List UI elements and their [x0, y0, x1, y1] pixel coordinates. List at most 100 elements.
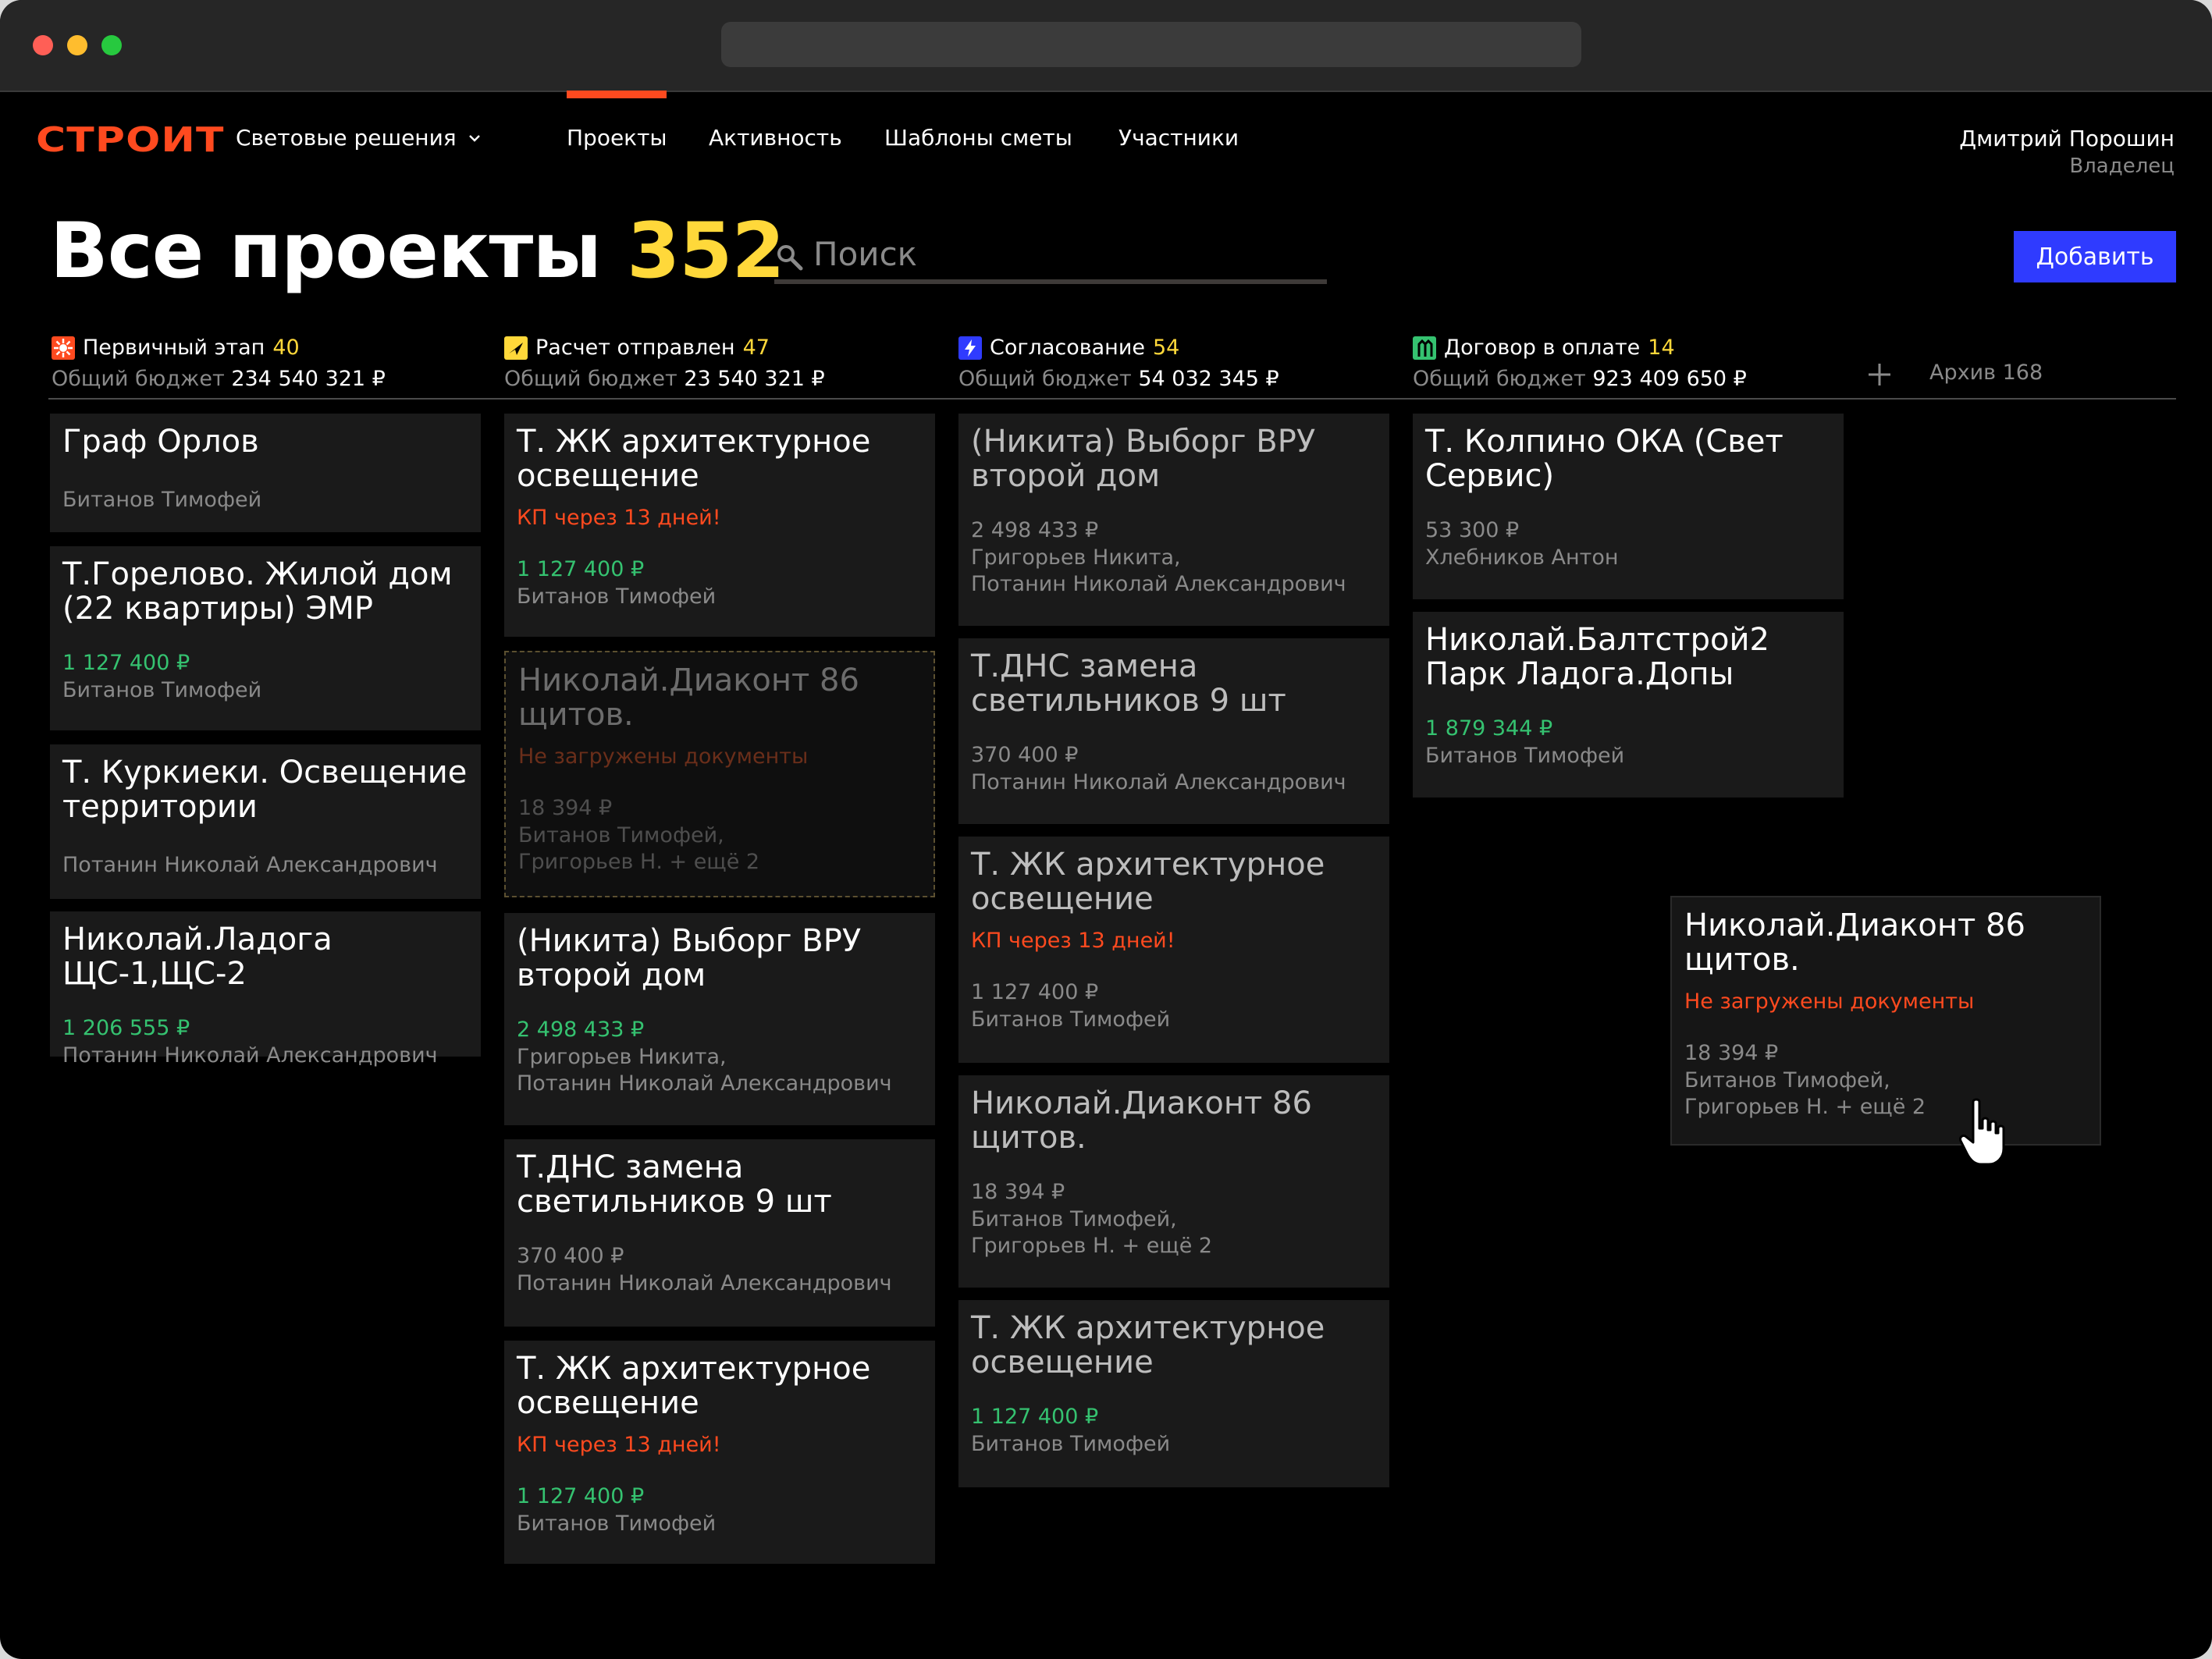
project-card[interactable]: Т. Колпино ОКА (Свет Сервис) 53 300 ₽ Хл… — [1413, 414, 1844, 599]
card-amount: 1 127 400 ₽ — [62, 651, 190, 675]
user-menu[interactable]: Дмитрий Порошин Владелец — [1959, 125, 2175, 179]
user-role: Владелец — [2069, 155, 2175, 178]
project-card[interactable]: Т. ЖК архитектурное освещение КП через 1… — [504, 1341, 935, 1564]
card-amount: 1 127 400 ₽ — [971, 1405, 1099, 1429]
column-header-approval: Согласование 54 Общий бюджет 54 032 345 … — [958, 332, 1396, 395]
app-window: СТРОИТ Световые решения Проекты Активнос… — [0, 0, 2212, 1659]
card-title: Т.ДНС замена светильников 9 шт — [517, 1149, 832, 1220]
card-title: (Никита) Выборг ВРУ второй дом — [971, 424, 1316, 494]
project-card[interactable]: Граф Орлов Битанов Тимофей — [50, 414, 481, 532]
card-warning: КП через 13 дней! — [517, 506, 721, 530]
card-title: Николай.Ладога ЩС-1,ЩС-2 — [62, 922, 333, 992]
card-amount: 1 206 555 ₽ — [62, 1016, 190, 1040]
column-budget: 234 540 321 ₽ — [231, 367, 386, 391]
nav-participants[interactable]: Участники — [1118, 125, 1239, 151]
minimize-window-icon[interactable] — [67, 35, 87, 55]
search-icon — [777, 245, 803, 271]
card-people: Потанин Николай Александрович — [971, 770, 1346, 794]
card-people: Григорьев Н. + ещё 2 — [1684, 1095, 1926, 1119]
drop-placeholder-card: Николай.Диаконт 86 щитов. Не загружены д… — [504, 651, 935, 897]
page-title: Все проекты 352 — [50, 204, 785, 298]
card-people: Битанов Тимофей — [1425, 744, 1625, 768]
card-people: Григорьев Никита, — [971, 545, 1181, 570]
card-amount: 2 498 433 ₽ — [517, 1018, 645, 1042]
card-amount: 1 879 344 ₽ — [1425, 716, 1553, 741]
card-amount: 18 394 ₽ — [1684, 1041, 1779, 1065]
card-people: Битанов Тимофей, — [518, 823, 724, 847]
column-header-contract: Договор в оплате 14 Общий бюджет 923 409… — [1413, 332, 1850, 395]
card-people: Битанов Тимофей, — [971, 1207, 1177, 1231]
sun-icon — [52, 336, 75, 360]
address-bar[interactable] — [721, 22, 1581, 67]
logo[interactable]: СТРОИТ — [36, 120, 225, 160]
card-title: Т. ЖК архитектурное освещение — [517, 1351, 871, 1421]
card-people: Битанов Тимофей — [62, 678, 262, 702]
card-people: Григорьев Н. + ещё 2 — [971, 1234, 1213, 1258]
card-title: Николай.Диаконт 86 щитов. — [518, 663, 859, 733]
top-navigation: СТРОИТ Световые решения Проекты Активнос… — [0, 91, 2212, 184]
budget-label: Общий бюджет — [958, 367, 1132, 391]
project-card[interactable]: Т.Горелово. Жилой дом (22 квартиры) ЭМР … — [50, 546, 481, 730]
card-title: (Никита) Выборг ВРУ второй дом — [517, 923, 862, 993]
org-name: Световые решения — [236, 125, 457, 151]
card-amount: 18 394 ₽ — [518, 796, 613, 820]
send-icon — [504, 336, 528, 360]
archive-link[interactable]: Архив 168 — [1929, 361, 2043, 385]
chevron-down-icon — [468, 134, 480, 142]
column-title: Договор в оплате — [1444, 336, 1641, 360]
search-box — [774, 226, 1327, 284]
card-people: Потанин Николай Александрович — [517, 1271, 892, 1295]
dragging-card[interactable]: Николай.Диаконт 86 щитов. Не загружены д… — [1670, 896, 2101, 1146]
card-amount: 2 498 433 ₽ — [971, 518, 1099, 542]
nav-activity[interactable]: Активность — [709, 125, 842, 151]
project-card[interactable]: (Никита) Выборг ВРУ второй дом 2 498 433… — [504, 913, 935, 1125]
hand-cursor-icon — [1959, 1098, 2005, 1166]
card-people: Григорьев Никита, — [517, 1045, 727, 1069]
card-people: Хлебников Антон — [1425, 545, 1619, 570]
card-people: Битанов Тимофей — [517, 1512, 717, 1536]
project-card[interactable]: Николай.Балтстрой2 Парк Ладога.Допы 1 87… — [1413, 612, 1844, 798]
project-card[interactable]: Т.ДНС замена светильников 9 шт 370 400 ₽… — [504, 1139, 935, 1327]
card-warning: Не загружены документы — [1684, 989, 1975, 1014]
card-amount: 370 400 ₽ — [971, 743, 1079, 767]
card-warning: КП через 13 дней! — [517, 1433, 721, 1457]
card-title: Т.Горелово. Жилой дом (22 квартиры) ЭМР — [62, 556, 453, 627]
add-column-icon[interactable] — [1864, 359, 1895, 390]
card-title: Т. Колпино ОКА (Свет Сервис) — [1425, 424, 1783, 494]
project-card[interactable]: Николай.Ладога ЩС-1,ЩС-2 1 206 555 ₽ Пот… — [50, 911, 481, 1068]
project-card[interactable]: Т. ЖК архитектурное освещение 1 127 400 … — [958, 1300, 1389, 1487]
card-people: Потанин Николай Александрович — [517, 1071, 892, 1096]
search-input[interactable] — [812, 231, 1314, 276]
card-people: Григорьев Н. + ещё 2 — [518, 850, 760, 874]
card-title: Т. ЖК архитектурное освещение — [517, 424, 871, 494]
project-card[interactable]: Т. ЖК архитектурное освещение КП через 1… — [958, 837, 1389, 1063]
projects-count: 352 — [627, 207, 785, 296]
contract-icon — [1413, 336, 1436, 360]
card-title: Николай.Балтстрой2 Парк Ладога.Допы — [1425, 622, 1769, 692]
browser-chrome — [0, 0, 2212, 92]
project-card[interactable]: Т.ДНС замена светильников 9 шт 370 400 ₽… — [958, 638, 1389, 824]
column-header-sent: Расчет отправлен 47 Общий бюджет 23 540 … — [504, 332, 941, 395]
nav-active-indicator — [567, 91, 667, 98]
project-card[interactable]: Т. ЖК архитектурное освещение КП через 1… — [504, 414, 935, 637]
add-project-button[interactable]: Добавить — [2014, 231, 2176, 282]
nav-estimate-templates[interactable]: Шаблоны сметы — [884, 125, 1072, 151]
column-budget: 23 540 321 ₽ — [684, 367, 825, 391]
project-card[interactable]: Т. Куркиеки. Освещение территории Потани… — [50, 744, 481, 899]
maximize-window-icon[interactable] — [101, 35, 122, 55]
card-people: Потанин Николай Александрович — [62, 1043, 438, 1068]
close-window-icon[interactable] — [33, 35, 53, 55]
page-title-text: Все проекты — [50, 207, 602, 296]
card-amount: 370 400 ₽ — [517, 1244, 624, 1268]
card-people: Потанин Николай Александрович — [62, 853, 438, 877]
card-people: Битанов Тимофей — [971, 1432, 1171, 1456]
column-count: 47 — [742, 336, 770, 360]
card-warning: Не загружены документы — [518, 744, 809, 769]
card-people: Битанов Тимофей — [517, 584, 717, 609]
project-card[interactable]: Николай.Диаконт 86 щитов. 18 394 ₽ Битан… — [958, 1075, 1389, 1288]
nav-projects[interactable]: Проекты — [567, 125, 667, 151]
project-card[interactable]: (Никита) Выборг ВРУ второй дом 2 498 433… — [958, 414, 1389, 626]
org-switcher[interactable]: Световые решения — [236, 125, 482, 151]
budget-label: Общий бюджет — [1413, 367, 1586, 391]
columns-divider — [48, 398, 2176, 400]
